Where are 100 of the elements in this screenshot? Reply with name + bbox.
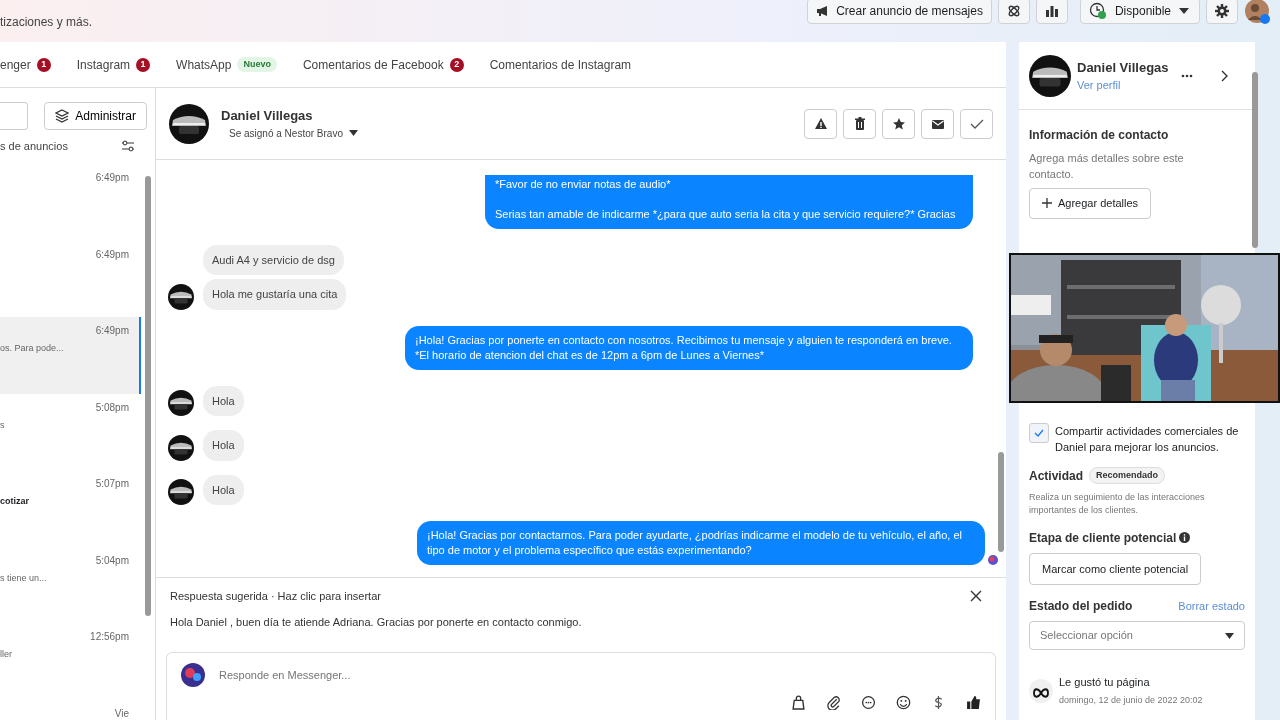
user-avatar-icon <box>181 663 205 687</box>
item-time: Vie <box>114 707 129 719</box>
search-field[interactable] <box>0 102 28 130</box>
conversation-item[interactable]: 6:49pm <box>0 164 141 241</box>
checkmark-icon <box>1034 428 1044 437</box>
close-icon[interactable] <box>970 590 982 602</box>
filter-label: s de anuncios <box>0 139 68 154</box>
item-time: 6:49pm <box>95 248 129 260</box>
suggestion-label: Respuesta sugerida · Haz clic para insertar <box>170 589 381 604</box>
received-message: Hola <box>203 430 244 461</box>
atom-icon <box>1006 4 1021 18</box>
channel-tab[interactable]: Comentarios de Instagram <box>489 55 632 74</box>
shopping-bag-icon[interactable] <box>791 695 806 710</box>
sent-message: *Favor de no enviar notas de audio* Serias tan amable de indicarme *¿para que auto seria la cita y que servicio requiere?* Gracias <box>485 174 973 229</box>
mark-unread-button[interactable] <box>921 108 954 139</box>
info-icon[interactable] <box>1179 532 1191 543</box>
received-message: Hola <box>203 474 244 505</box>
item-snippet: os. Para pode... <box>0 342 64 355</box>
insights-button[interactable] <box>1035 0 1068 24</box>
count-badge: 1 <box>36 57 51 72</box>
clock-icon <box>1088 2 1107 20</box>
item-snippet: ller <box>0 648 12 661</box>
sender-avatar <box>168 479 194 505</box>
profile-avatar-icon[interactable] <box>1244 0 1270 24</box>
clear-status-link[interactable]: Borrar estado <box>1178 597 1245 615</box>
order-status-select[interactable]: Seleccionar opción <box>1029 621 1245 650</box>
received-message: Hola <box>203 385 244 416</box>
item-time: 5:04pm <box>95 554 129 566</box>
conversation-item[interactable]: 5:08pm s <box>0 393 141 470</box>
caret-icon <box>1225 632 1234 639</box>
section-title: Etapa de cliente potencial <box>1029 529 1177 547</box>
item-snippet: s tiene un... <box>0 571 47 585</box>
layers-icon <box>55 109 70 123</box>
trash-icon <box>852 116 867 131</box>
conversation-item[interactable]: 6:49pm os. Para pode... <box>0 317 141 394</box>
item-time: 5:08pm <box>95 401 129 413</box>
section-title: Información de contacto <box>1029 127 1170 144</box>
more-icon[interactable] <box>1181 74 1193 79</box>
thumbs-up-icon[interactable] <box>966 695 981 710</box>
item-time: 6:49pm <box>95 325 129 336</box>
scrollbar-thumb[interactable] <box>1252 72 1258 248</box>
section-title: Actividad <box>1029 467 1083 485</box>
profile-link[interactable]: Ver perfil <box>1077 77 1169 94</box>
create-ad-button[interactable]: Crear anuncio de mensajes <box>807 0 992 24</box>
plus-icon <box>1042 198 1052 209</box>
helper-text: Agrega más detalles sobre este contacto. <box>1029 151 1185 182</box>
warning-icon <box>813 116 828 131</box>
caret-icon <box>1179 8 1189 14</box>
contact-avatar <box>169 103 209 144</box>
contact-name: Daniel Villegas <box>221 107 314 126</box>
received-message: Hola me gustaría una cita <box>203 279 347 310</box>
atom-button[interactable] <box>997 0 1030 24</box>
channel-tab[interactable]: Comentarios de Facebook 2 <box>302 55 464 74</box>
status-button[interactable]: Disponible <box>1079 0 1200 24</box>
item-snippet: cotizar <box>0 495 29 508</box>
new-badge: Nuevo <box>237 56 277 73</box>
chevron-right-icon[interactable] <box>1221 69 1229 82</box>
assignee-label: Se asignó a Nestor Bravo <box>229 126 343 141</box>
filter-icon[interactable] <box>121 140 135 153</box>
checkbox-label: Compartir actividades comerciales de Daniel para mejorar los anuncios. <box>1055 423 1240 455</box>
star-icon <box>891 116 906 131</box>
header-subtitle: tizaciones y más. <box>0 14 93 31</box>
sent-message: ¡Hola! Gracias por contactarnos. Para poder ayudarte, ¿podrías indicarme el modelo de tu vehículo, el año, el tipo de motor y el problema específico que estás experimentando? <box>417 521 985 565</box>
sent-message: ¡Hola! Gracias por ponerte en contacto con nosotros. Recibimos tu mensaje y alguien te responderá en breve. *El horario de atencion del chat es de 12pm a 6pm de Lunes a Viernes* <box>405 325 973 370</box>
conversation-item[interactable]: 6:49pm <box>0 240 141 317</box>
channel-tab[interactable]: WhatsApp Nuevo <box>176 55 277 74</box>
conversation-item[interactable]: 12:56pm ller <box>0 623 141 700</box>
chat-bubble-icon[interactable] <box>861 695 876 710</box>
item-time: 5:07pm <box>95 478 129 489</box>
settings-icon <box>1215 4 1229 18</box>
conversation-item[interactable]: 5:04pm s tiene un... <box>0 546 141 623</box>
report-button[interactable] <box>804 108 837 139</box>
conversation-item[interactable]: 5:07pm cotizar <box>0 470 141 547</box>
conversation-item[interactable]: Vie <box>0 699 141 720</box>
manage-button[interactable]: Administrar <box>44 102 147 130</box>
contact-name: Daniel Villegas <box>1077 58 1169 77</box>
sender-avatar <box>168 390 194 416</box>
received-message: Audi A4 y servicio de dsg <box>203 244 344 275</box>
sender-avatar <box>168 283 194 310</box>
mark-lead-button[interactable]: Marcar como cliente potencial <box>1029 552 1202 585</box>
bar-chart-icon <box>1044 5 1059 17</box>
item-time: 6:49pm <box>95 172 129 183</box>
channel-tab[interactable]: Instagram 1 <box>76 55 151 74</box>
channel-tab[interactable]: enger 1 <box>0 55 51 74</box>
count-badge: 2 <box>449 57 464 72</box>
contact-avatar <box>1029 54 1071 97</box>
settings-button[interactable] <box>1206 0 1238 24</box>
suggested-reply[interactable]: Hola Daniel , buen día te atiende Adriana. Gracias por ponerte en contacto conmigo. <box>170 614 992 631</box>
star-button[interactable] <box>882 108 915 139</box>
count-badge: 1 <box>136 57 151 72</box>
attachment-icon[interactable] <box>826 695 841 710</box>
recommended-badge: Recomendado <box>1089 466 1166 485</box>
item-snippet: s <box>0 418 5 432</box>
helper-text: Realiza un seguimiento de las interacciones importantes de los clientes. <box>1029 490 1206 517</box>
checkbox[interactable] <box>1029 422 1049 443</box>
emoji-icon[interactable] <box>896 695 911 710</box>
delete-button[interactable] <box>843 108 876 139</box>
add-details-button[interactable]: Agregar detalles <box>1029 188 1152 219</box>
caret-icon[interactable] <box>348 130 358 137</box>
activity-title: Le gustó tu página <box>1059 675 1151 690</box>
